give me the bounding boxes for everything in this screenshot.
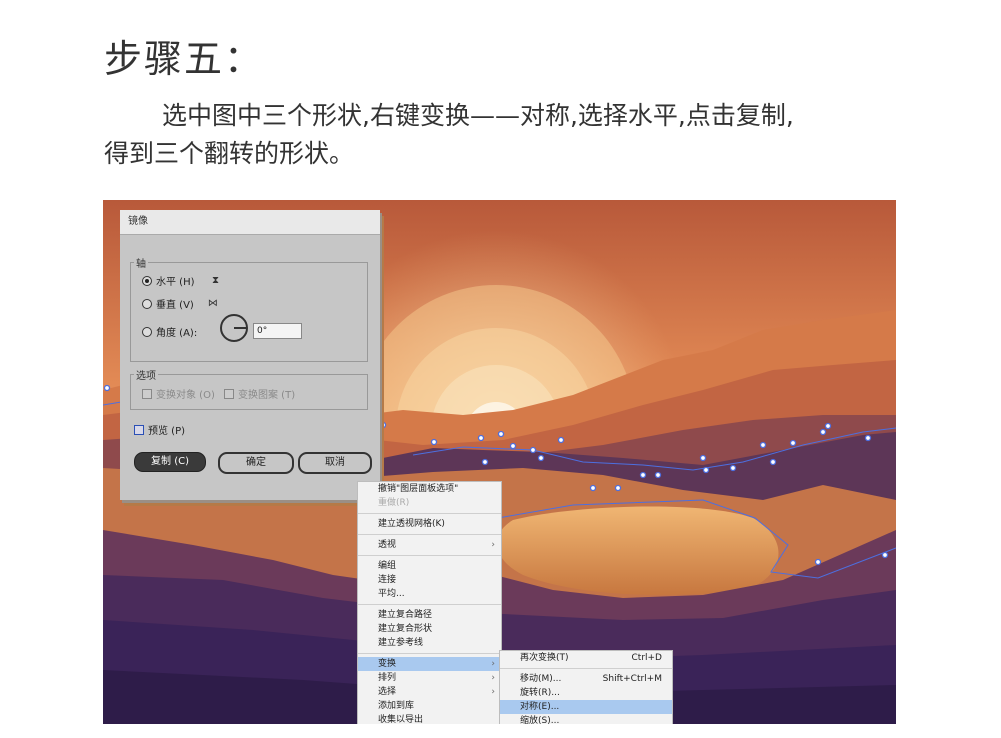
- submenu-item-5[interactable]: 缩放(S)...: [500, 714, 672, 724]
- ok-button[interactable]: 确定: [218, 452, 294, 474]
- transform-patterns-option[interactable]: 变换图案 (T): [224, 386, 295, 401]
- menu-item-7[interactable]: 编组: [358, 559, 501, 573]
- menu-separator: [358, 604, 501, 605]
- menu-item-label: 透视: [378, 540, 397, 550]
- submenu-item-2[interactable]: 移动(M)... Shift+Ctrl+M: [500, 672, 672, 686]
- preview-label: 预览 (P): [148, 426, 186, 437]
- menu-item-label: 建立复合形状: [378, 624, 433, 634]
- cancel-button[interactable]: 取消: [298, 452, 372, 474]
- illustrator-screenshot: 镜像 轴 水平 (H) ⧗ 垂直 (V) ⋈ 角度 (A): 0° 选项 变换对…: [103, 200, 896, 724]
- submenu-item-4[interactable]: 对称(E)...: [500, 700, 672, 714]
- menu-item-label: 平均...: [378, 589, 405, 599]
- menu-separator: [358, 534, 501, 535]
- shortcut-label: Ctrl+D: [631, 653, 663, 663]
- menu-item-label: 排列: [378, 673, 397, 683]
- axis-group-label: 轴: [134, 255, 148, 270]
- menu-item-12[interactable]: 建立复合形状: [358, 622, 501, 636]
- angle-input[interactable]: 0°: [253, 323, 302, 339]
- transform-patterns-checkbox[interactable]: [224, 388, 234, 399]
- menu-item-label: 编组: [378, 561, 397, 571]
- copy-button[interactable]: 复制 (C): [134, 452, 206, 472]
- submenu-item-label: 移动(M)...: [520, 674, 562, 684]
- menu-item-16[interactable]: 排列 ›: [358, 671, 501, 685]
- menu-item-label: 添加到库: [378, 701, 415, 711]
- step-description: 选中图中三个形状,右键变换——对称,选择水平,点击复制, 得到三个翻转的形状。: [104, 97, 904, 173]
- reflect-dialog: 镜像 轴 水平 (H) ⧗ 垂直 (V) ⋈ 角度 (A): 0° 选项 变换对…: [120, 210, 380, 500]
- menu-item-8[interactable]: 连接: [358, 573, 501, 587]
- angle-label: 角度 (A):: [156, 328, 198, 339]
- menu-item-15[interactable]: 变换 ›: [358, 657, 501, 671]
- preview-option[interactable]: 预览 (P): [134, 422, 185, 437]
- transform-patterns-label: 变换图案 (T): [238, 390, 296, 401]
- submenu-item-label: 缩放(S)...: [520, 716, 560, 724]
- menu-item-0[interactable]: 撤销"图层面板选项": [358, 482, 501, 496]
- menu-item-19[interactable]: 收集以导出: [358, 713, 501, 724]
- menu-item-label: 选择: [378, 687, 397, 697]
- flip-vertical-icon: ⋈: [207, 297, 218, 309]
- menu-separator: [358, 555, 501, 556]
- preview-checkbox[interactable]: [134, 424, 144, 435]
- flip-horizontal-icon: ⧗: [212, 274, 220, 286]
- menu-separator: [500, 668, 672, 669]
- transform-submenu: 再次变换(T) Ctrl+D 移动(M)... Shift+Ctrl+M 旋转(R)..…: [499, 650, 673, 724]
- horizontal-label: 水平 (H): [156, 277, 195, 288]
- menu-item-label: 收集以导出: [378, 715, 424, 724]
- step-title: 步骤五：: [104, 37, 265, 81]
- context-menu: 撤销"图层面板选项" 重做(R) 建立透视网格(K) 透视 › 编组连接平均... 建立复合…: [357, 481, 502, 724]
- menu-item-label: 建立透视网格(K): [378, 519, 445, 529]
- menu-item-13[interactable]: 建立参考线: [358, 636, 501, 650]
- menu-item-18[interactable]: 添加到库: [358, 699, 501, 713]
- chevron-right-icon: ›: [491, 659, 495, 669]
- submenu-item-label: 再次变换(T): [520, 653, 569, 663]
- vertical-label: 垂直 (V): [156, 300, 194, 311]
- menu-item-label: 连接: [378, 575, 397, 585]
- menu-item-17[interactable]: 选择 ›: [358, 685, 501, 699]
- transform-objects-checkbox[interactable]: [142, 388, 152, 399]
- shortcut-label: Shift+Ctrl+M: [602, 674, 662, 684]
- description-line-2: 得到三个翻转的形状。: [104, 139, 355, 168]
- horizontal-option[interactable]: 水平 (H) ⧗: [142, 273, 221, 288]
- transform-objects-option[interactable]: 变换对象 (O): [142, 386, 215, 401]
- menu-item-label: 变换: [378, 659, 397, 669]
- menu-item-11[interactable]: 建立复合路径: [358, 608, 501, 622]
- chevron-right-icon: ›: [491, 687, 495, 697]
- description-line-1: 选中图中三个形状,右键变换——对称,选择水平,点击复制,: [162, 101, 794, 130]
- submenu-item-3[interactable]: 旋转(R)...: [500, 686, 672, 700]
- chevron-right-icon: ›: [491, 540, 495, 550]
- menu-item-label: 撤销"图层面板选项": [378, 484, 459, 494]
- menu-item-label: 建立复合路径: [378, 610, 433, 620]
- vertical-radio[interactable]: [142, 298, 152, 309]
- submenu-item-0[interactable]: 再次变换(T) Ctrl+D: [500, 651, 672, 665]
- menu-item-3[interactable]: 建立透视网格(K): [358, 517, 501, 531]
- menu-separator: [358, 513, 501, 514]
- angle-option[interactable]: 角度 (A):: [142, 324, 197, 339]
- menu-item-label: 重做(R): [378, 498, 410, 508]
- menu-item-1[interactable]: 重做(R): [358, 496, 501, 510]
- chevron-right-icon: ›: [491, 673, 495, 683]
- angle-dial-icon[interactable]: [220, 314, 248, 342]
- menu-separator: [358, 653, 501, 654]
- submenu-item-label: 旋转(R)...: [520, 688, 560, 698]
- submenu-item-label: 对称(E)...: [520, 702, 560, 712]
- options-group-label: 选项: [134, 367, 158, 382]
- dialog-title: 镜像: [120, 210, 380, 235]
- menu-item-label: 建立参考线: [378, 638, 424, 648]
- transform-objects-label: 变换对象 (O): [156, 390, 215, 401]
- menu-item-9[interactable]: 平均...: [358, 587, 501, 601]
- angle-radio[interactable]: [142, 326, 152, 337]
- horizontal-radio[interactable]: [142, 275, 152, 286]
- vertical-option[interactable]: 垂直 (V) ⋈: [142, 296, 218, 311]
- menu-item-5[interactable]: 透视 ›: [358, 538, 501, 552]
